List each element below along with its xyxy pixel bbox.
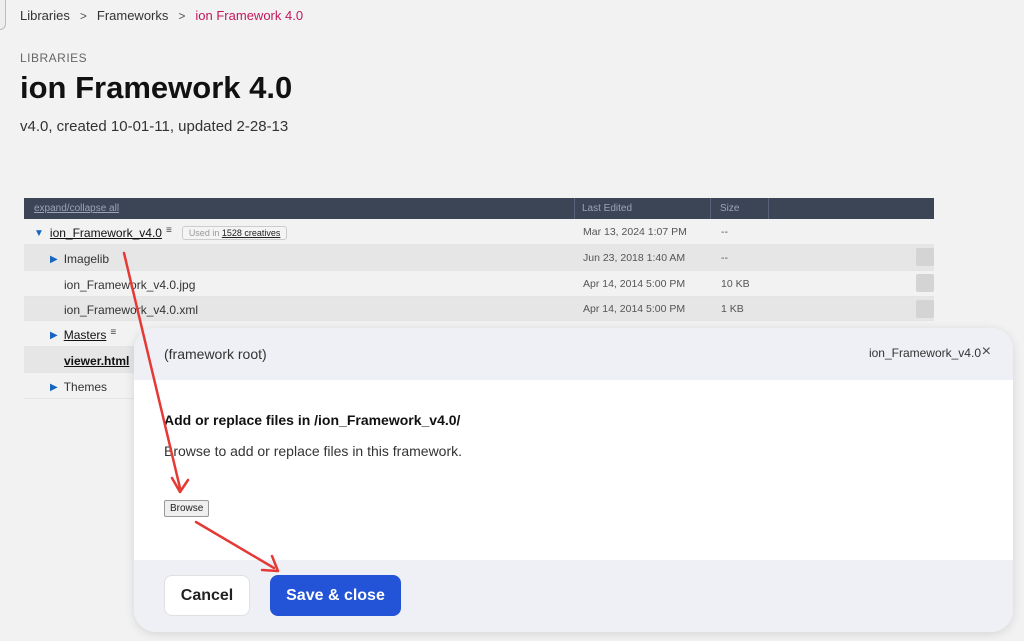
- table-row[interactable]: ion_Framework_v4.0.xml Apr 14, 2014 5:00…: [24, 297, 934, 321]
- modal-body: Add or replace files in /ion_Framework_v…: [134, 380, 1013, 560]
- upload-modal: (framework root) ion_Framework_v4.0 × Ad…: [134, 328, 1013, 632]
- browse-button[interactable]: Browse: [164, 500, 210, 517]
- column-size[interactable]: Size: [720, 203, 739, 214]
- breadcrumb-frameworks[interactable]: Frameworks: [97, 8, 169, 23]
- close-icon[interactable]: ×: [982, 343, 991, 361]
- row-action-button[interactable]: [916, 300, 934, 318]
- size-cell: 10 KB: [721, 278, 750, 290]
- file-name[interactable]: ion_Framework_v4.0.jpg: [64, 278, 195, 292]
- triangle-right-icon[interactable]: ▶: [50, 330, 58, 341]
- last-edited-cell: Apr 14, 2014 5:00 PM: [583, 278, 686, 290]
- folder-name[interactable]: Imagelib: [64, 252, 109, 266]
- framework-root-label: (framework root): [164, 346, 267, 362]
- column-divider: [710, 198, 711, 219]
- usage-link[interactable]: 1528 creatives: [222, 228, 281, 238]
- triangle-right-icon[interactable]: ▶: [50, 254, 58, 265]
- table-row[interactable]: ion_Framework_v4.0.jpg Apr 14, 2014 5:00…: [24, 271, 934, 297]
- size-cell: 1 KB: [721, 303, 744, 315]
- breadcrumb-separator: >: [178, 8, 186, 23]
- column-divider: [768, 198, 769, 219]
- page-title: ion Framework 4.0: [20, 70, 293, 105]
- modal-description: Browse to add or replace files in this f…: [164, 443, 463, 459]
- triangle-right-icon[interactable]: ▶: [50, 382, 58, 393]
- hamburger-menu-icon[interactable]: ≡: [110, 327, 116, 338]
- usage-prefix: Used in: [188, 228, 220, 238]
- column-divider: [574, 198, 575, 219]
- page-subtitle: v4.0, created 10-01-11, updated 2-28-13: [20, 118, 289, 135]
- folder-name[interactable]: Masters: [64, 328, 107, 342]
- table-row[interactable]: ▼ ion_Framework_v4.0 ≡ Used in 1528 crea…: [24, 219, 934, 245]
- modal-heading: Add or replace files in /ion_Framework_v…: [164, 412, 461, 428]
- breadcrumb-separator: >: [79, 8, 87, 23]
- modal-path-label: ion_Framework_v4.0: [868, 346, 981, 360]
- breadcrumb-libraries[interactable]: Libraries: [20, 8, 70, 23]
- save-and-close-button[interactable]: Save & close: [270, 575, 401, 616]
- row-action-button[interactable]: [916, 274, 934, 292]
- last-edited-cell: Jun 23, 2018 1:40 AM: [583, 252, 686, 264]
- page: Libraries > Frameworks > ion Framework 4…: [0, 0, 1024, 641]
- cancel-button[interactable]: Cancel: [164, 575, 250, 616]
- row-action-button[interactable]: [916, 248, 934, 266]
- triangle-down-icon[interactable]: ▼: [34, 228, 44, 239]
- column-last-edited[interactable]: Last Edited: [582, 203, 632, 214]
- folder-name[interactable]: ion_Framework_v4.0: [50, 226, 162, 240]
- size-cell: --: [721, 252, 728, 264]
- file-name[interactable]: ion_Framework_v4.0.xml: [64, 303, 198, 317]
- modal-footer: Cancel Save & close: [134, 560, 1013, 632]
- side-panel-tab[interactable]: [0, 0, 6, 30]
- hamburger-menu-icon[interactable]: ≡: [166, 225, 172, 236]
- section-eyebrow: LIBRARIES: [20, 51, 88, 65]
- table-header: expand/collapse all Last Edited Size: [24, 198, 934, 219]
- table-row[interactable]: ▶ Imagelib Jun 23, 2018 1:40 AM --: [24, 245, 934, 271]
- usage-badge: Used in 1528 creatives: [181, 226, 288, 240]
- file-name[interactable]: viewer.html: [64, 354, 129, 368]
- modal-header: (framework root) ion_Framework_v4.0 ×: [134, 328, 1013, 380]
- breadcrumb: Libraries > Frameworks > ion Framework 4…: [20, 8, 303, 23]
- folder-name[interactable]: Themes: [64, 380, 107, 394]
- last-edited-cell: Mar 13, 2024 1:07 PM: [583, 226, 687, 238]
- expand-collapse-all-link[interactable]: expand/collapse all: [34, 203, 119, 214]
- size-cell: --: [721, 226, 728, 238]
- last-edited-cell: Apr 14, 2014 5:00 PM: [583, 303, 686, 315]
- breadcrumb-current: ion Framework 4.0: [195, 8, 304, 23]
